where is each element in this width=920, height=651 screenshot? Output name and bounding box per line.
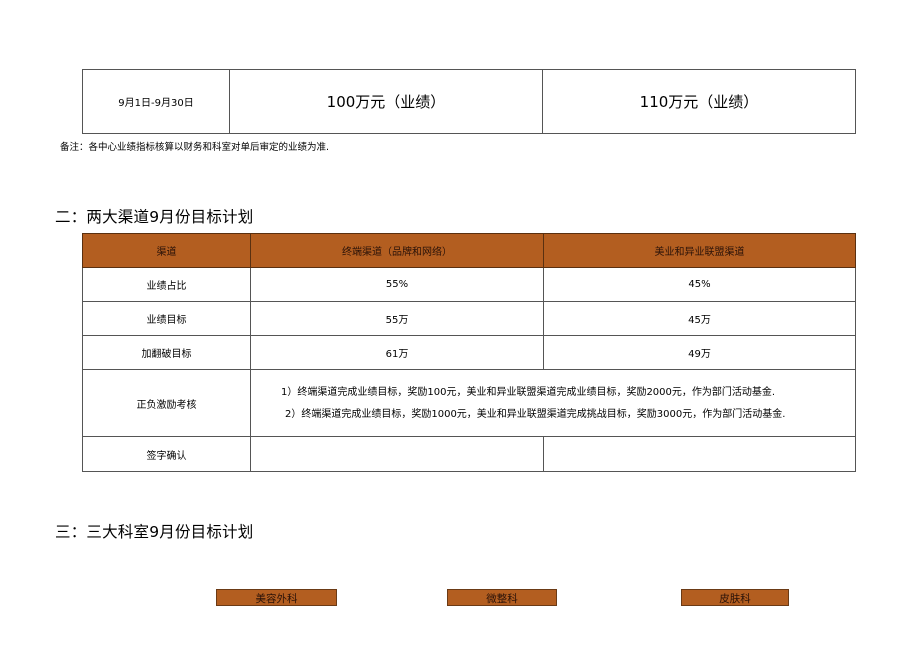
incentive-rules: 1）终端渠道完成业绩目标，奖励100元，美业和异业联盟渠道完成业绩目标，奖励20…	[250, 369, 856, 437]
row-value-terminal: 61万	[250, 335, 544, 370]
signature-label: 签字确认	[82, 436, 251, 472]
signature-row: 签字确认	[82, 436, 856, 472]
incentive-label: 正负激励考核	[82, 369, 251, 437]
incentive-rule-2: 2）终端渠道完成业绩目标，奖励1000元，美业和异业联盟渠道完成挑战目标，奖励3…	[285, 408, 786, 420]
signature-cell-alliance[interactable]	[543, 436, 856, 472]
section3-heading: 三：三大科室9月份目标计划	[55, 523, 254, 541]
department-tab-dermatology: 皮肤科	[681, 589, 789, 606]
row-value-terminal: 55万	[250, 301, 544, 336]
table-row: 业绩占比 55% 45%	[82, 267, 856, 302]
table-row: 加翻破目标 61万 49万	[82, 335, 856, 370]
header-cell-alliance: 美业和异业联盟渠道	[543, 233, 856, 268]
header-cell-terminal: 终端渠道（品牌和网络）	[250, 233, 544, 268]
row-value-alliance: 49万	[543, 335, 856, 370]
incentive-row: 正负激励考核 1）终端渠道完成业绩目标，奖励100元，美业和异业联盟渠道完成业绩…	[82, 369, 856, 437]
period-target-table: 9月1日-9月30日 100万元（业绩） 110万元（业绩）	[82, 69, 856, 134]
table-row: 业绩目标 55万 45万	[82, 301, 856, 336]
signature-cell-terminal[interactable]	[250, 436, 544, 472]
row-value-terminal: 55%	[250, 267, 544, 302]
date-range-cell: 9月1日-9月30日	[82, 69, 230, 134]
target-cell-2: 110万元（业绩）	[542, 69, 856, 134]
header-cell-channel: 渠道	[82, 233, 251, 268]
row-value-alliance: 45万	[543, 301, 856, 336]
row-label: 加翻破目标	[82, 335, 251, 370]
department-tab-cosmetic-surgery: 美容外科	[216, 589, 337, 606]
incentive-rule-1: 1）终端渠道完成业绩目标，奖励100元，美业和异业联盟渠道完成业绩目标，奖励20…	[281, 386, 776, 398]
target-cell-1: 100万元（业绩）	[229, 69, 543, 134]
note-text: 备注：各中心业绩指标核算以财务和科室对单后审定的业绩为准.	[60, 142, 330, 153]
table-header-row: 渠道 终端渠道（品牌和网络） 美业和异业联盟渠道	[82, 233, 856, 268]
table-row: 9月1日-9月30日 100万元（业绩） 110万元（业绩）	[82, 69, 856, 134]
row-value-alliance: 45%	[543, 267, 856, 302]
department-tab-micro-plastic: 微整科	[447, 589, 557, 606]
section2-heading: 二：两大渠道9月份目标计划	[55, 208, 254, 226]
row-label: 业绩目标	[82, 301, 251, 336]
channel-target-table: 渠道 终端渠道（品牌和网络） 美业和异业联盟渠道 业绩占比 55% 45% 业绩…	[82, 233, 856, 472]
row-label: 业绩占比	[82, 267, 251, 302]
